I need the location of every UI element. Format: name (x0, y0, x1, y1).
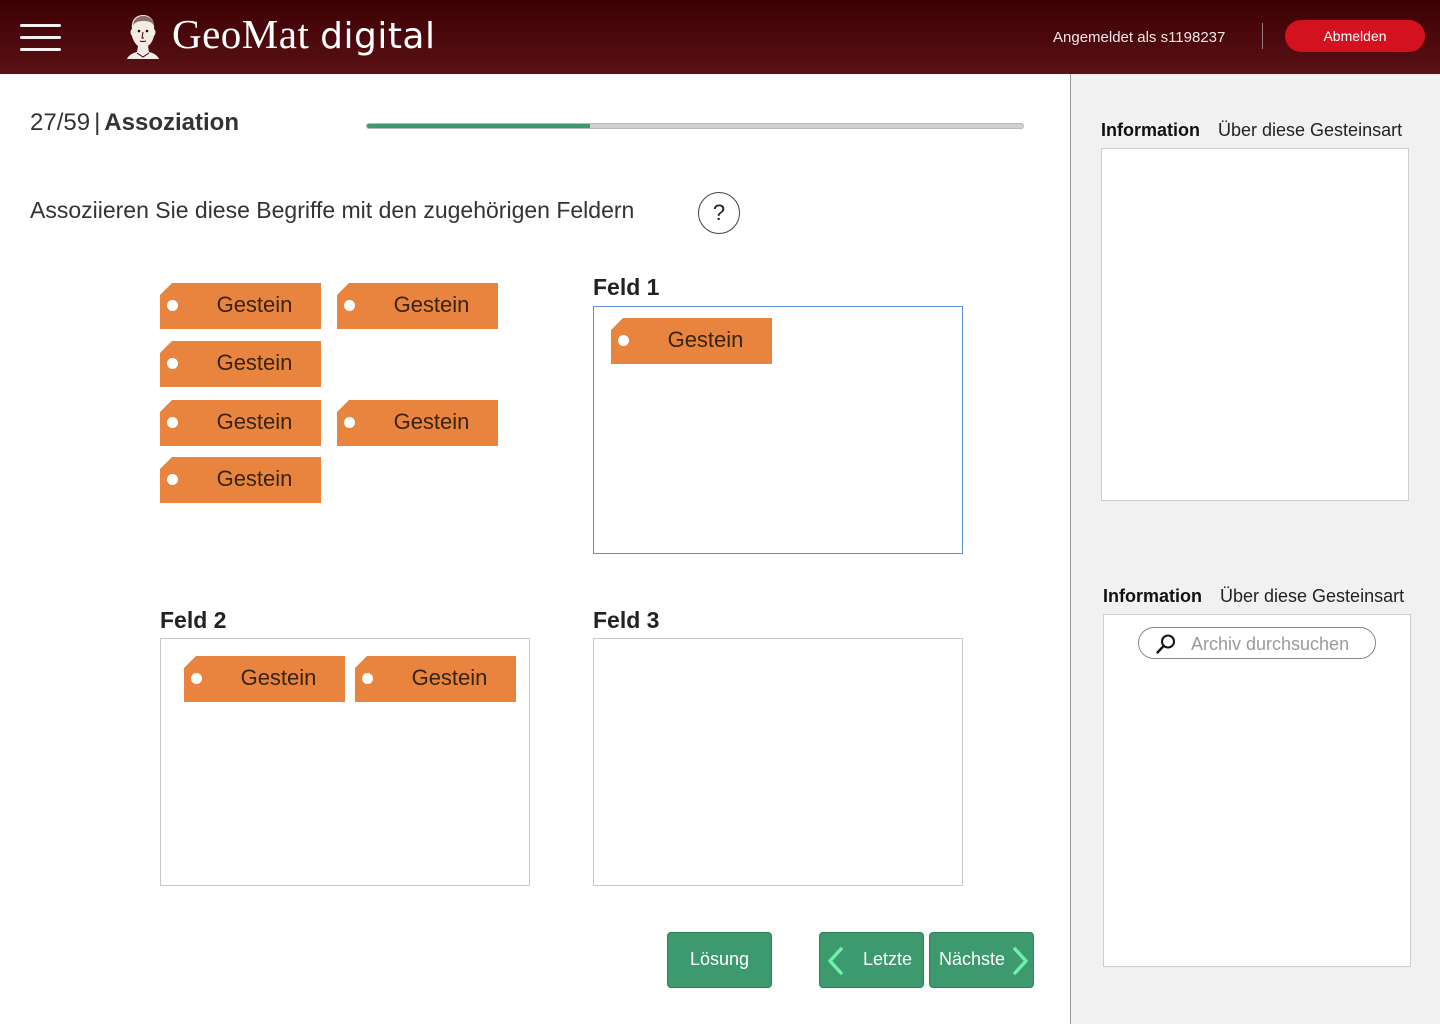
tab-about-rock-type[interactable]: Über diese Gesteinsart (1220, 586, 1404, 606)
info-tabs-1: Information Über diese Gesteinsart (1101, 120, 1402, 141)
term-tag[interactable]: Gestein (355, 656, 516, 702)
chevron-right-icon (1013, 947, 1028, 975)
info-sidebar: Information Über diese Gesteinsart Inform… (1070, 74, 1440, 1024)
tag-hole (618, 335, 629, 346)
heading-separator: | (94, 109, 101, 136)
tag-label: Gestein (216, 466, 293, 491)
drop-field-1[interactable]: Gestein (593, 306, 963, 554)
drop-field-3[interactable] (593, 638, 963, 886)
field-1-title: Feld 1 (593, 274, 660, 300)
field-2-title: Feld 2 (160, 607, 227, 633)
tag-hole (167, 300, 178, 311)
next-button[interactable]: Nächste (929, 932, 1034, 988)
tag-label: Gestein (216, 409, 293, 434)
menu-icon[interactable] (20, 24, 61, 52)
tag-label: Gestein (216, 292, 293, 317)
term-tag[interactable]: Gestein (160, 341, 321, 387)
term-tag[interactable]: Gestein (611, 318, 772, 364)
term-tag[interactable]: Gestein (160, 400, 321, 446)
tag-hole (167, 474, 178, 485)
tab-information[interactable]: Information (1103, 586, 1202, 606)
info-panel-2 (1103, 614, 1411, 967)
tag-hole (167, 417, 178, 428)
term-tag[interactable]: Gestein (337, 400, 498, 446)
term-tag[interactable]: Gestein (160, 457, 321, 503)
field-3-title: Feld 3 (593, 607, 660, 633)
info-panel-1 (1101, 148, 1409, 501)
chevron-left-icon (828, 947, 843, 975)
solution-button-label: Lösung (689, 949, 750, 969)
exercise-type: Assoziation (104, 109, 239, 136)
tag-label: Gestein (240, 665, 317, 690)
question-counter: 27/59 (30, 109, 91, 136)
archive-search[interactable] (1138, 627, 1376, 659)
goethe-portrait-icon (127, 15, 159, 59)
instruction-text: Assoziieren Sie diese Begriffe mit den z… (30, 197, 635, 223)
tag-label: Gestein (411, 665, 488, 690)
top-bar: GeoMat digital Angemeldet als s1198237 A… (0, 0, 1440, 74)
app-name: GeoMat (172, 11, 310, 57)
app-logo[interactable]: GeoMat digital (172, 10, 436, 58)
info-tabs-2: Information Über diese Gesteinsart (1103, 586, 1404, 607)
term-tag[interactable]: Gestein (184, 656, 345, 702)
next-button-label: Nächste (939, 949, 1006, 969)
progress-bar (366, 123, 1024, 129)
logged-in-user: Angemeldet als s1198237 (1053, 29, 1226, 46)
previous-button-label: Letzte (863, 949, 913, 969)
exercise-heading: 27/59 | Assoziation (30, 109, 239, 137)
tab-information[interactable]: Information (1101, 120, 1200, 140)
tag-label: Gestein (393, 409, 470, 434)
previous-button[interactable]: Letzte (819, 932, 924, 988)
tab-about-rock-type[interactable]: Über diese Gesteinsart (1218, 120, 1402, 140)
header-divider (1262, 23, 1263, 49)
tag-hole (344, 300, 355, 311)
solution-button[interactable]: Lösung (667, 932, 772, 988)
progress-bar-fill (367, 124, 591, 128)
search-icon (1156, 634, 1175, 654)
drop-field-2[interactable]: Gestein Gestein (160, 638, 530, 886)
logout-button[interactable]: Abmelden (1285, 20, 1425, 52)
tag-label: Gestein (393, 292, 470, 317)
tag-hole (344, 417, 355, 428)
tag-label: Gestein (667, 327, 744, 352)
search-input[interactable] (1191, 632, 1367, 656)
help-button[interactable]: ? (698, 192, 740, 234)
tag-label: Gestein (216, 350, 293, 375)
term-tag[interactable]: Gestein (160, 283, 321, 329)
app-name-suffix: digital (320, 16, 436, 57)
tag-hole (191, 673, 202, 684)
tag-hole (167, 358, 178, 369)
term-tag[interactable]: Gestein (337, 283, 498, 329)
tag-hole (362, 673, 373, 684)
